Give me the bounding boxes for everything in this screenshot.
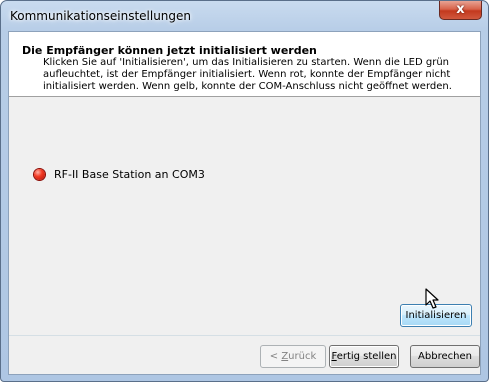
cancel-button[interactable]: Abbrechen [410,345,480,368]
back-button-label: urück [288,351,317,362]
back-button-prefix: < [269,351,282,362]
led-status-icon [34,169,45,180]
back-button[interactable]: < Zurück [260,345,326,368]
finish-button-label: ertig stellen [336,351,397,362]
button-divider [9,335,480,336]
dialog-window: Kommunikationseinstellungen x Die Empfän… [0,0,489,382]
wizard-header: Die Empfänger können jetzt initialisiert… [9,32,480,97]
wizard-header-title: Die Empfänger können jetzt initialisiert… [22,44,317,57]
title-bar[interactable]: Kommunikationseinstellungen x [1,1,488,31]
device-list [9,97,480,327]
dialog-client-area: Die Empfänger können jetzt initialisiert… [8,31,481,375]
window-title: Kommunikationseinstellungen [10,9,192,23]
wizard-header-description: Klicken Sie auf 'Initialisieren', um das… [43,57,452,92]
mouse-pointer-icon [425,288,439,309]
close-icon: x [456,2,465,17]
device-label: RF-II Base Station an COM3 [54,168,205,181]
close-button[interactable]: x [439,1,482,20]
finish-button[interactable]: Fertig stellen [329,345,399,368]
